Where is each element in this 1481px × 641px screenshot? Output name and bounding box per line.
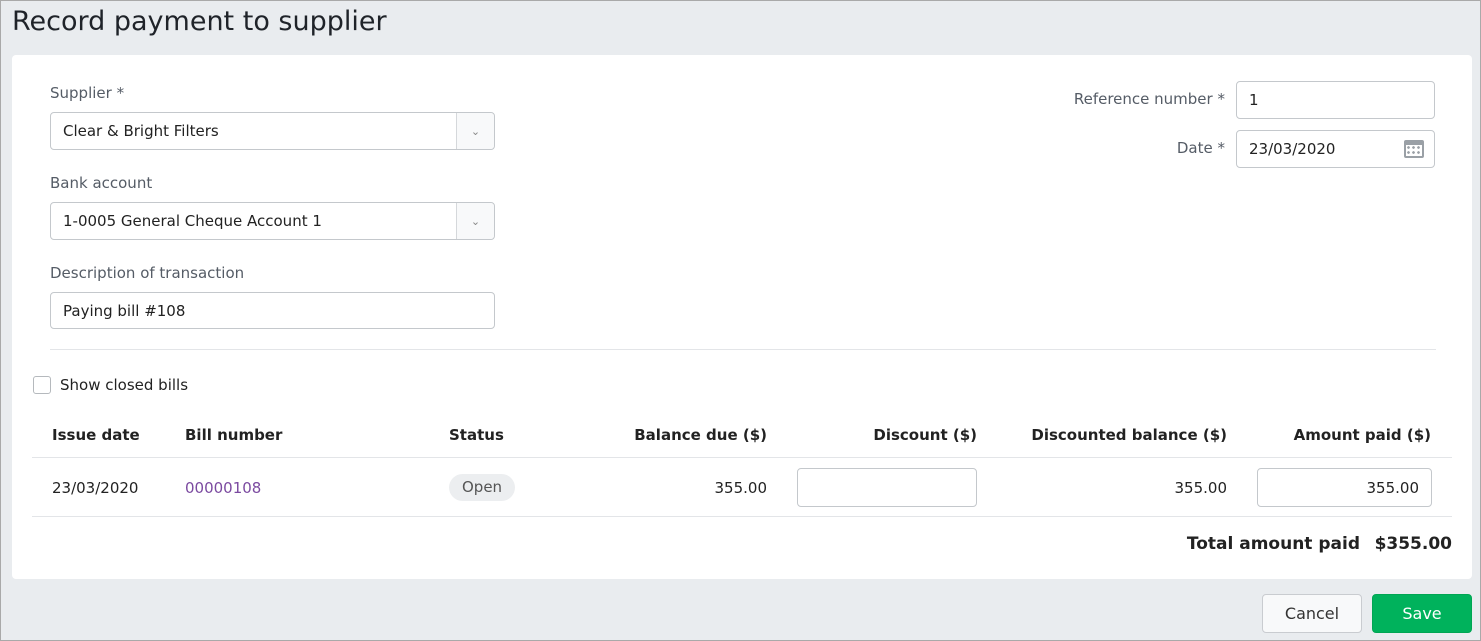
discount-input[interactable] (797, 468, 977, 507)
total-value: $355.00 (1374, 534, 1452, 554)
show-closed-bills-label: Show closed bills (60, 376, 189, 394)
chevron-down-icon[interactable]: ⌄ (456, 113, 494, 149)
page-title: Record payment to supplier (12, 6, 387, 37)
supplier-select[interactable]: Clear & Bright Filters ⌄ (50, 112, 495, 150)
divider (32, 457, 1452, 458)
cancel-button[interactable]: Cancel (1262, 594, 1362, 633)
chevron-down-icon[interactable]: ⌄ (456, 203, 494, 239)
calendar-icon[interactable] (1404, 140, 1424, 158)
header-discount: Discount ($) (873, 426, 977, 444)
supplier-label: Supplier * (50, 84, 125, 102)
header-status: Status (449, 426, 504, 444)
header-balance-due: Balance due ($) (634, 426, 767, 444)
header-amount-paid: Amount paid ($) (1293, 426, 1431, 444)
bank-account-label: Bank account (50, 174, 153, 192)
bill-number-link[interactable]: 00000108 (185, 479, 261, 497)
bank-account-select[interactable]: 1-0005 General Cheque Account 1 ⌄ (50, 202, 495, 240)
description-label: Description of transaction (50, 264, 245, 282)
save-button[interactable]: Save (1372, 594, 1472, 633)
show-closed-bills-checkbox[interactable] (33, 376, 51, 394)
issue-date: 23/03/2020 (52, 479, 139, 497)
total-label: Total amount paid (1186, 534, 1360, 554)
date-label: Date * (1176, 139, 1225, 157)
amount-paid-input[interactable]: 355.00 (1257, 468, 1432, 507)
discounted-balance: 355.00 (1174, 479, 1228, 497)
header-issue-date: Issue date (52, 426, 140, 444)
divider (32, 516, 1452, 517)
description-textarea[interactable]: Paying bill #108 (50, 292, 495, 329)
header-bill-number: Bill number (185, 426, 283, 444)
reference-number-input[interactable]: 1 (1236, 81, 1435, 119)
date-input[interactable]: 23/03/2020 (1236, 130, 1435, 168)
status-badge: Open (449, 474, 516, 501)
balance-due: 355.00 (714, 479, 768, 497)
header-discounted-balance: Discounted balance ($) (1031, 426, 1227, 444)
reference-number-label: Reference number * (1073, 90, 1225, 108)
divider (50, 349, 1436, 350)
